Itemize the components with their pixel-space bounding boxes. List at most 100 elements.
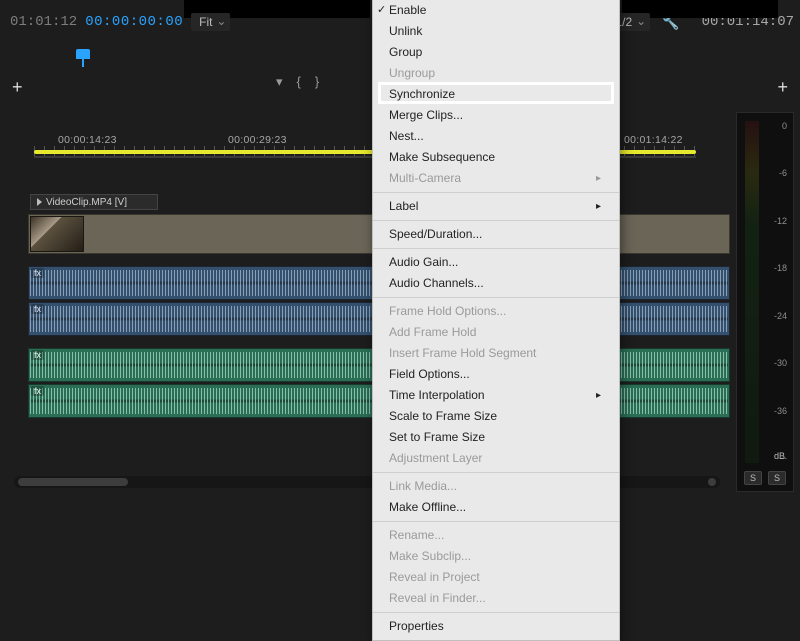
menu-item-label: Link Media... bbox=[389, 478, 457, 495]
meter-tick: -12 bbox=[757, 216, 787, 226]
menu-item-speed-duration[interactable]: Speed/Duration... bbox=[373, 224, 619, 245]
ruler-label: 00:00:29:23 bbox=[228, 134, 287, 146]
menu-item-label: Set to Frame Size bbox=[389, 429, 485, 446]
menu-separator bbox=[373, 472, 619, 473]
menu-item-unlink[interactable]: Unlink bbox=[373, 21, 619, 42]
menu-item-nest[interactable]: Nest... bbox=[373, 126, 619, 147]
playhead-icon[interactable] bbox=[76, 49, 90, 67]
meter-tick: -6 bbox=[757, 168, 787, 178]
fx-badge: fx bbox=[31, 350, 44, 360]
scrollbar-end-handle[interactable] bbox=[708, 478, 716, 486]
menu-item-label: Group bbox=[389, 44, 422, 61]
transport-tool-icons: ▾ { } bbox=[276, 74, 319, 90]
menu-item-time-interpolation[interactable]: Time Interpolation bbox=[373, 385, 619, 406]
menu-item-properties[interactable]: Properties bbox=[373, 616, 619, 637]
menu-item-audio-gain[interactable]: Audio Gain... bbox=[373, 252, 619, 273]
fx-badge: fx bbox=[31, 386, 44, 396]
menu-item-label: Scale to Frame Size bbox=[389, 408, 497, 425]
menu-item-label: Make Subsequence bbox=[389, 149, 495, 166]
menu-item-merge-clips[interactable]: Merge Clips... bbox=[373, 105, 619, 126]
menu-item-label: Unlink bbox=[389, 23, 422, 40]
menu-separator bbox=[373, 192, 619, 193]
menu-item-field-options[interactable]: Field Options... bbox=[373, 364, 619, 385]
add-button-right[interactable]: + bbox=[777, 77, 788, 98]
menu-item-adjustment-layer: Adjustment Layer bbox=[373, 448, 619, 469]
meter-tick: -30 bbox=[757, 358, 787, 368]
menu-item-label: Frame Hold Options... bbox=[389, 303, 506, 320]
menu-item-make-offline[interactable]: Make Offline... bbox=[373, 497, 619, 518]
meter-tick: 0 bbox=[757, 121, 787, 131]
solo-button-left[interactable]: S bbox=[744, 471, 762, 485]
menu-item-label: Audio Gain... bbox=[389, 254, 458, 271]
menu-item-make-subclip: Make Subclip... bbox=[373, 546, 619, 567]
ruler-label: 00:01:14:22 bbox=[624, 134, 683, 146]
menu-item-scale-to-frame-size[interactable]: Scale to Frame Size bbox=[373, 406, 619, 427]
scrollbar-thumb[interactable] bbox=[18, 478, 128, 486]
menu-item-label: Properties bbox=[389, 618, 444, 635]
solo-button-right[interactable]: S bbox=[768, 471, 786, 485]
timeline-panel: 00:00:14:23 00:00:29:23 00:00:44:___ 00:… bbox=[0, 130, 730, 418]
zoom-fit-dropdown[interactable]: Fit bbox=[191, 13, 230, 31]
menu-item-add-frame-hold: Add Frame Hold bbox=[373, 322, 619, 343]
menu-item-label: Add Frame Hold bbox=[389, 324, 476, 341]
time-ruler[interactable]: 00:00:14:23 00:00:29:23 00:00:44:___ 00:… bbox=[0, 130, 730, 156]
menu-item-make-subsequence[interactable]: Make Subsequence bbox=[373, 147, 619, 168]
add-button-left[interactable]: + bbox=[12, 77, 23, 98]
menu-item-ungroup: Ungroup bbox=[373, 63, 619, 84]
meter-db-label: dB bbox=[774, 451, 785, 461]
menu-item-reveal-in-project: Reveal in Project bbox=[373, 567, 619, 588]
clip-name-chip[interactable]: VideoClip.MP4 [V] bbox=[30, 194, 158, 210]
program-timecode[interactable]: 00:00:00:00 bbox=[85, 14, 183, 30]
fx-badge: fx bbox=[31, 268, 44, 278]
menu-item-label: Multi-Camera bbox=[389, 170, 461, 187]
out-bracket-icon[interactable]: } bbox=[315, 74, 319, 90]
menu-item-label: Rename... bbox=[389, 527, 444, 544]
audio-meter-panel: 0 -6 -12 -18 -24 -30 -36 -- dB S S bbox=[736, 112, 794, 492]
menu-item-audio-channels[interactable]: Audio Channels... bbox=[373, 273, 619, 294]
menu-item-label: Reveal in Finder... bbox=[389, 590, 486, 607]
menu-item-label: Reveal in Project bbox=[389, 569, 480, 586]
clip-name-label: VideoClip.MP4 [V] bbox=[46, 197, 127, 208]
menu-item-label: Adjustment Layer bbox=[389, 450, 482, 467]
menu-item-set-to-frame-size[interactable]: Set to Frame Size bbox=[373, 427, 619, 448]
menu-item-label: Field Options... bbox=[389, 366, 470, 383]
menu-item-label[interactable]: Label bbox=[373, 196, 619, 217]
menu-item-label: Synchronize bbox=[389, 86, 455, 103]
menu-separator bbox=[373, 248, 619, 249]
menu-item-synchronize[interactable]: Synchronize bbox=[373, 84, 619, 105]
meter-tick: -24 bbox=[757, 311, 787, 321]
ruler-label: 00:00:14:23 bbox=[58, 134, 117, 146]
menu-item-link-media: Link Media... bbox=[373, 476, 619, 497]
menu-item-rename: Rename... bbox=[373, 525, 619, 546]
menu-item-label: Speed/Duration... bbox=[389, 226, 482, 243]
menu-separator bbox=[373, 220, 619, 221]
menu-item-label: Insert Frame Hold Segment bbox=[389, 345, 536, 362]
menu-item-label: Enable bbox=[389, 2, 426, 19]
audio-meter-scale: 0 -6 -12 -18 -24 -30 -36 -- bbox=[757, 121, 787, 463]
menu-item-enable[interactable]: Enable bbox=[373, 0, 619, 21]
clip-thumbnail bbox=[30, 216, 84, 252]
menu-item-label: Label bbox=[389, 198, 418, 215]
menu-item-label: Make Offline... bbox=[389, 499, 466, 516]
menu-item-reveal-in-finder: Reveal in Finder... bbox=[373, 588, 619, 609]
marker-icon[interactable]: ▾ bbox=[276, 74, 283, 90]
source-timecode: 01:01:12 bbox=[10, 14, 77, 30]
menu-separator bbox=[373, 297, 619, 298]
menu-item-group[interactable]: Group bbox=[373, 42, 619, 63]
clip-context-menu[interactable]: Enable Unlink Group Ungroup Synchronize Merge… bbox=[372, 0, 620, 641]
menu-item-frame-hold-options: Frame Hold Options... bbox=[373, 301, 619, 322]
menu-item-label: Make Subclip... bbox=[389, 548, 471, 565]
menu-separator bbox=[373, 521, 619, 522]
menu-item-label: Time Interpolation bbox=[389, 387, 485, 404]
fx-badge: fx bbox=[31, 304, 44, 314]
menu-item-multi-camera: Multi-Camera bbox=[373, 168, 619, 189]
expand-arrow-icon[interactable] bbox=[37, 198, 42, 206]
menu-separator bbox=[373, 612, 619, 613]
in-bracket-icon[interactable]: { bbox=[297, 74, 301, 90]
menu-item-label: Audio Channels... bbox=[389, 275, 484, 292]
menu-item-insert-frame-hold-segment: Insert Frame Hold Segment bbox=[373, 343, 619, 364]
menu-item-label: Nest... bbox=[389, 128, 424, 145]
menu-item-label: Ungroup bbox=[389, 65, 435, 82]
meter-tick: -18 bbox=[757, 263, 787, 273]
tracks-area: VideoClip.MP4 [V] fx fx fx fx bbox=[0, 194, 730, 418]
